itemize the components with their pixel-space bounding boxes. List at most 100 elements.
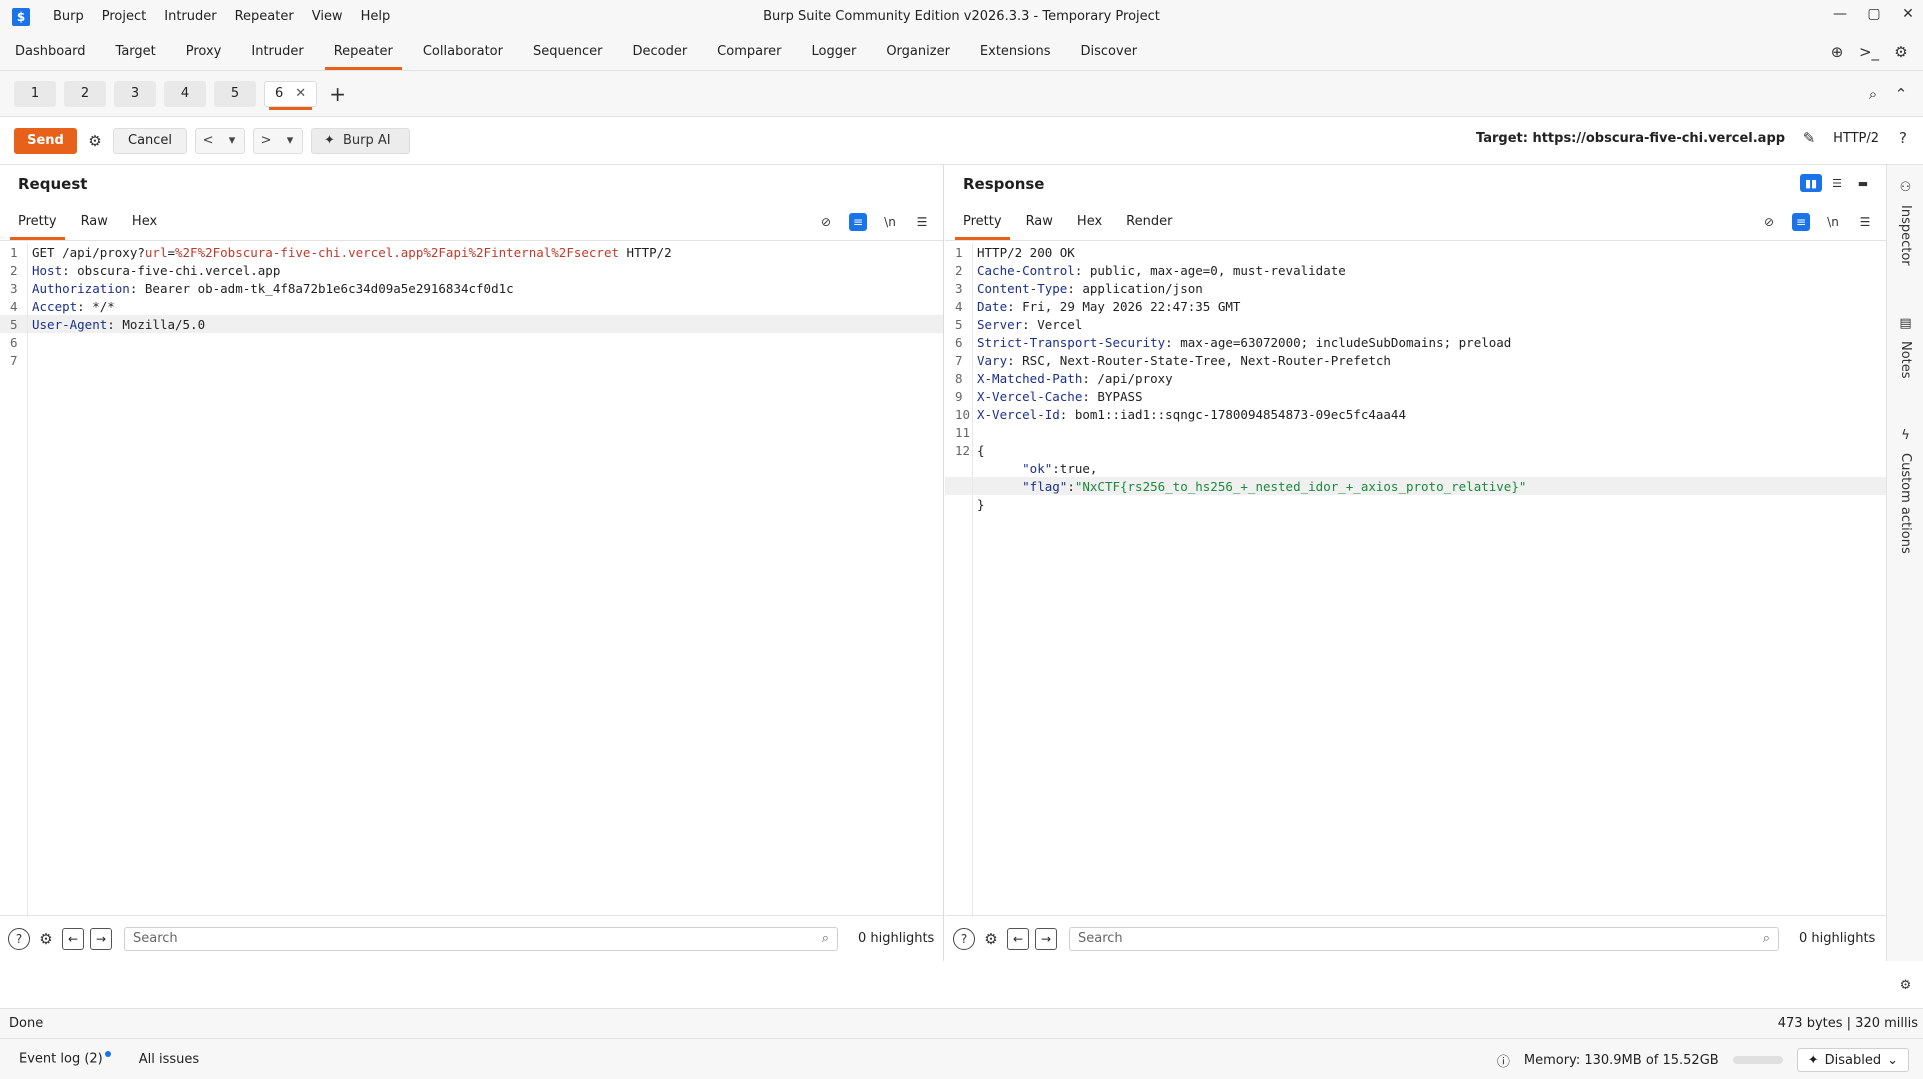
response-search-input[interactable]: Search ⌕ [1069,926,1779,951]
back-dropdown-icon[interactable]: ▾ [220,129,244,153]
tab-repeater[interactable]: Repeater [319,33,408,70]
send-button[interactable]: Send [14,127,77,154]
help-circle-icon[interactable]: ? [953,927,975,950]
tab-target[interactable]: Target [101,33,171,70]
maximize-icon[interactable]: ▢ [1867,6,1881,22]
tab-decoder[interactable]: Decoder [617,33,702,70]
tab-collaborator[interactable]: Collaborator [408,33,518,70]
tab-dashboard[interactable]: Dashboard [0,33,101,70]
search-settings-gear-icon[interactable]: ⚙ [981,929,1001,949]
tab-discover[interactable]: Discover [1066,33,1153,70]
chevron-up-icon[interactable]: ⌃ [1891,84,1911,104]
wrap-lines-icon[interactable]: ≡ [1792,213,1810,231]
tab-extensions[interactable]: Extensions [965,33,1066,70]
lightning-icon: ϟ [1901,427,1910,443]
prev-match-icon[interactable]: ← [1007,927,1029,950]
repeater-tab-5[interactable]: 5 [214,80,256,107]
request-editor-tools: ⊘ ≡ \n ☰ [817,213,931,231]
menu-help[interactable]: Help [352,9,400,24]
single-pane-icon[interactable]: ▬ [1852,174,1874,192]
add-tab-icon[interactable]: + [329,82,346,106]
back-arrow-icon[interactable]: < [196,129,220,153]
repeater-tab-1[interactable]: 1 [14,80,56,107]
newline-toggle-icon[interactable]: \n [881,213,899,231]
search-icon[interactable]: ⌕ [1863,84,1883,104]
sidebar-inspector[interactable]: ⚇ Inspector [1887,179,1923,266]
request-line: 3 Authorization: Bearer ob-adm-tk_4f8a72b… [0,279,943,297]
tab-proxy[interactable]: Proxy [171,33,237,70]
response-panel: Response ▮▮ ☰ ▬ Pretty Raw Hex Render ⊘ … [945,165,1886,961]
repeater-tab-6[interactable]: 6 ✕ [264,80,318,110]
split-vertical-icon[interactable]: ☰ [1826,174,1848,192]
info-icon: ⓘ [1496,1054,1510,1070]
forward-arrow-icon[interactable]: > [254,129,278,153]
code-token: = [167,244,175,260]
repeater-tab-4[interactable]: 4 [164,80,206,107]
help-circle-icon[interactable]: ? [8,927,30,950]
settings-gear-icon[interactable]: ⚙ [1891,42,1911,62]
split-horizontal-icon[interactable]: ▮▮ [1800,174,1822,192]
response-footer: ? ⚙ ← → Search ⌕ 0 highlights [945,915,1886,961]
request-line: 7 [0,351,943,369]
search-settings-gear-icon[interactable]: ⚙ [36,929,56,949]
menu-icon[interactable]: ☰ [913,213,931,231]
close-icon[interactable]: ✕ [1901,6,1915,22]
cancel-button[interactable]: Cancel [113,127,188,154]
http-version[interactable]: HTTP/2 [1833,131,1879,146]
terminal-icon[interactable]: >_ [1859,42,1879,62]
code-token: GET /api/proxy? [32,244,145,260]
newline-toggle-icon[interactable]: \n [1824,213,1842,231]
menu-view[interactable]: View [303,9,352,24]
menu-project[interactable]: Project [93,9,155,24]
menu-repeater[interactable]: Repeater [226,9,303,24]
prev-match-icon[interactable]: ← [62,927,84,950]
sidebar-custom-actions-label: Custom actions [1898,453,1913,554]
response-tab-hex[interactable]: Hex [1065,203,1114,240]
tab-intruder[interactable]: Intruder [236,33,318,70]
repeater-tab-2[interactable]: 2 [64,80,106,107]
tab-sequencer[interactable]: Sequencer [518,33,617,70]
all-issues-link[interactable]: All issues [139,1052,199,1067]
send-settings-gear-icon[interactable]: ⚙ [85,131,105,151]
repeater-toolbar: Send ⚙ Cancel < ▾ > ▾ ✦ Burp AI Target: … [0,117,1923,165]
sidebar-settings[interactable]: ⚙ [1887,977,1923,993]
burp-ai-button[interactable]: ✦ Burp AI [311,127,410,154]
repeater-tab-6-label: 6 [275,86,284,101]
request-editor[interactable]: 1 GET /api/proxy?url=%2F%2Fobscura-five-c… [0,243,943,915]
hide-eye-icon[interactable]: ⊘ [817,213,835,231]
next-match-icon[interactable]: → [90,927,112,950]
sidebar-notes[interactable]: ▤ Notes [1887,315,1923,379]
sidebar-custom-actions[interactable]: ϟ Custom actions [1887,427,1923,554]
request-tab-pretty[interactable]: Pretty [6,203,69,240]
history-forward-group: > ▾ [253,127,304,154]
help-icon[interactable]: ? [1893,128,1913,148]
response-tab-render[interactable]: Render [1114,203,1184,240]
globe-icon[interactable]: ⊕ [1827,42,1847,62]
menu-burp[interactable]: Burp [44,9,93,24]
response-editor[interactable]: 1 HTTP/2 200 OK 2 Cache-Control: public, ma… [945,243,1886,915]
line-code: X-Vercel-Id: bom1::iad1::sqngc-178009485… [971,407,1406,422]
event-log-link[interactable]: Event log (2) [19,1051,111,1067]
forward-dropdown-icon[interactable]: ▾ [278,129,302,153]
request-tab-raw[interactable]: Raw [69,203,120,240]
menu-icon[interactable]: ☰ [1856,213,1874,231]
tab-logger[interactable]: Logger [797,33,872,70]
ai-status-dropdown[interactable]: ✦ Disabled ⌄ [1796,1048,1909,1072]
wrap-lines-icon[interactable]: ≡ [849,213,867,231]
line-code: X-Matched-Path: /api/proxy [971,371,1173,386]
memory-usage: Memory: 130.9MB of 15.52GB [1523,1052,1719,1068]
menu-intruder[interactable]: Intruder [155,9,225,24]
hide-eye-icon[interactable]: ⊘ [1760,213,1778,231]
minimize-icon[interactable]: — [1833,6,1847,22]
response-tab-raw[interactable]: Raw [1014,203,1065,240]
response-tab-pretty[interactable]: Pretty [951,203,1014,240]
edit-pencil-icon[interactable]: ✎ [1799,128,1819,148]
request-search-input[interactable]: Search ⌕ [124,926,838,951]
repeater-tab-3[interactable]: 3 [114,80,156,107]
tab-organizer[interactable]: Organizer [871,33,965,70]
next-match-icon[interactable]: → [1035,927,1057,950]
close-tab-icon[interactable]: ✕ [295,86,306,101]
request-tab-hex[interactable]: Hex [120,203,169,240]
tab-comparer[interactable]: Comparer [702,33,796,70]
